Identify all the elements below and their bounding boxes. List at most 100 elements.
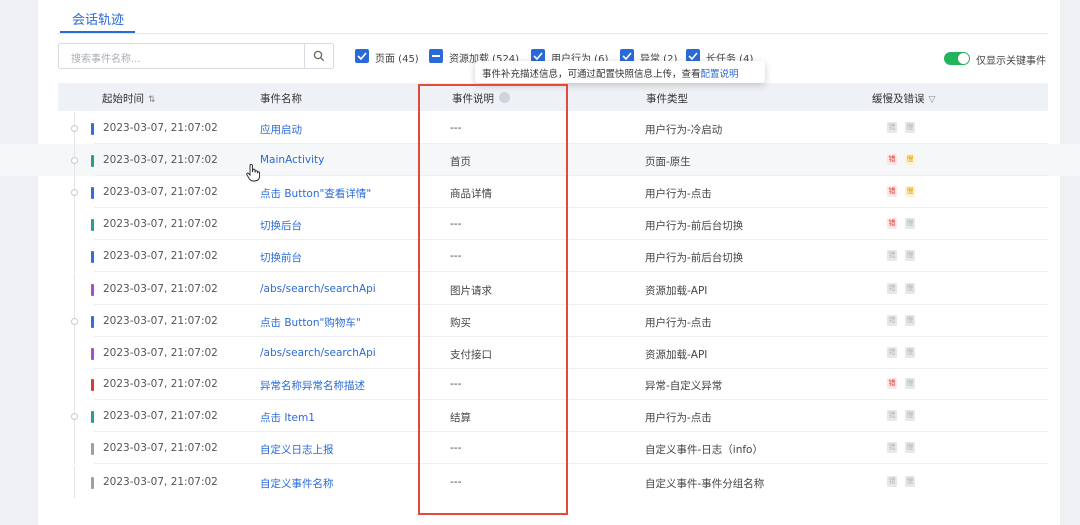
slow-badge: 慢 xyxy=(905,378,915,389)
indeterminate-icon xyxy=(432,55,440,57)
filter-resource-checkbox[interactable] xyxy=(429,49,443,63)
timeline-rail xyxy=(74,466,75,498)
check-icon xyxy=(533,52,543,60)
event-type-marker xyxy=(91,284,94,296)
event-time: 2023-03-07, 21:07:02 xyxy=(103,154,218,166)
issue-badges: 错慢 xyxy=(887,442,923,454)
issue-badges: 错慢 xyxy=(887,476,923,488)
check-icon xyxy=(688,52,698,60)
tab-divider xyxy=(58,33,1048,34)
column-title: 缓慢及错误 xyxy=(872,93,925,105)
event-time: 2023-03-07, 21:07:02 xyxy=(103,378,218,390)
config-help-link[interactable]: 配置说明 xyxy=(701,69,739,80)
event-name-link[interactable]: MainActivity xyxy=(260,154,324,166)
issue-badges: 错慢 xyxy=(887,378,923,390)
event-type: 资源加载-API xyxy=(645,349,708,361)
timeline-node xyxy=(71,413,78,420)
slow-badge: 慢 xyxy=(905,154,915,165)
filter-label: 页面 (45) xyxy=(375,54,419,65)
description-tooltip: 事件补充描述信息，可通过配置快照信息上传，查看配置说明 xyxy=(475,61,765,83)
column-header-name: 事件名称 xyxy=(260,93,302,105)
error-badge: 错 xyxy=(887,378,897,389)
event-type: 用户行为-点击 xyxy=(645,317,712,329)
event-type: 自定义事件-日志（info） xyxy=(645,444,763,456)
error-badge: 错 xyxy=(887,476,897,487)
error-badge: 错 xyxy=(887,410,897,421)
timeline-rail xyxy=(74,240,75,272)
issue-badges: 错慢 xyxy=(887,347,923,359)
event-time: 2023-03-07, 21:07:02 xyxy=(103,315,218,327)
event-name-link[interactable]: 异常名称异常名称描述 xyxy=(260,378,365,393)
event-name-link[interactable]: 切换前台 xyxy=(260,250,302,265)
event-type: 自定义事件-事件分组名称 xyxy=(645,478,765,490)
key-events-label: 仅显示关键事件 xyxy=(976,56,1046,67)
issue-badges: 错慢 xyxy=(887,315,923,327)
event-name-link[interactable]: 应用启动 xyxy=(260,122,302,137)
event-type-marker xyxy=(91,443,94,455)
event-name-link[interactable]: /abs/search/searchApi xyxy=(260,347,376,359)
event-name-link[interactable]: 点击 Item1 xyxy=(260,410,315,425)
event-type: 用户行为-前后台切换 xyxy=(645,220,744,232)
event-type: 用户行为-前后台切换 xyxy=(645,252,744,264)
timeline-rail xyxy=(74,368,75,400)
event-time: 2023-03-07, 21:07:02 xyxy=(103,442,218,454)
event-type-marker xyxy=(91,411,94,423)
event-name-link[interactable]: 点击 Button"查看详情" xyxy=(260,186,371,201)
issue-badges: 错慢 xyxy=(887,154,923,166)
event-time: 2023-03-07, 21:07:02 xyxy=(103,186,218,198)
timeline-node xyxy=(71,189,78,196)
slow-badge: 慢 xyxy=(905,218,915,229)
event-name-link[interactable]: 切换后台 xyxy=(260,218,302,233)
error-badge: 错 xyxy=(887,442,897,453)
event-type-marker xyxy=(91,348,94,360)
search-button[interactable] xyxy=(304,44,333,68)
issue-badges: 错慢 xyxy=(887,218,923,230)
error-badge: 错 xyxy=(887,122,897,133)
issue-badges: 错慢 xyxy=(887,410,923,422)
check-icon xyxy=(622,52,632,60)
filter-page-checkbox[interactable] xyxy=(355,49,369,63)
event-name-link[interactable]: 自定义日志上报 xyxy=(260,442,334,457)
search-box[interactable]: 搜索事件名称... xyxy=(58,43,334,69)
event-time: 2023-03-07, 21:07:02 xyxy=(103,250,218,262)
column-header-issues[interactable]: 缓慢及错误 ▽ xyxy=(872,91,935,106)
slow-badge: 慢 xyxy=(905,283,915,294)
column-header-time[interactable]: 起始时间 ⇅ xyxy=(102,91,156,106)
timeline-node xyxy=(71,318,78,325)
event-type-marker xyxy=(91,123,94,135)
event-type-marker xyxy=(91,477,94,489)
filter-funnel-icon[interactable]: ▽ xyxy=(929,95,936,105)
row-divider xyxy=(94,463,1048,464)
error-badge: 错 xyxy=(887,154,897,165)
sort-icon[interactable]: ⇅ xyxy=(148,95,156,105)
event-type-marker xyxy=(91,316,94,328)
tab-session-trace[interactable]: 会话轨迹 xyxy=(72,9,124,28)
event-type-marker xyxy=(91,379,94,391)
row-divider xyxy=(94,271,1048,272)
timeline-node xyxy=(71,157,78,164)
event-type: 资源加载-API xyxy=(645,285,708,297)
search-input[interactable]: 搜索事件名称... xyxy=(71,50,141,65)
event-time: 2023-03-07, 21:07:02 xyxy=(103,218,218,230)
slow-badge: 慢 xyxy=(905,186,915,197)
event-name-link[interactable]: /abs/search/searchApi xyxy=(260,283,376,295)
toggle-knob xyxy=(958,53,969,64)
slow-badge: 慢 xyxy=(905,410,915,421)
error-badge: 错 xyxy=(887,186,897,197)
column-title: 起始时间 xyxy=(102,93,144,105)
timeline-rail xyxy=(74,337,75,369)
event-time: 2023-03-07, 21:07:02 xyxy=(103,410,218,422)
event-type-marker xyxy=(91,155,94,167)
timeline-rail xyxy=(74,273,75,305)
slow-badge: 慢 xyxy=(905,315,915,326)
error-badge: 错 xyxy=(887,283,897,294)
issue-badges: 错慢 xyxy=(887,283,923,295)
event-type-marker xyxy=(91,251,94,263)
slow-badge: 慢 xyxy=(905,250,915,261)
key-events-toggle[interactable] xyxy=(944,52,970,65)
event-name-link[interactable]: 点击 Button"购物车" xyxy=(260,315,361,330)
hand-cursor-icon xyxy=(246,164,260,182)
issue-badges: 错慢 xyxy=(887,186,923,198)
highlight-annotation-box xyxy=(418,84,568,515)
event-name-link[interactable]: 自定义事件名称 xyxy=(260,476,334,491)
